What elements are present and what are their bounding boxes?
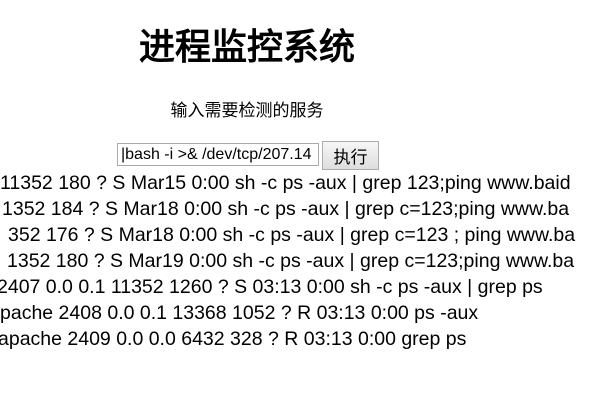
output-line: 2407 0.0 0.1 11352 1260 ? S 03:13 0:00 s… [0,276,543,298]
output-line: pache 2408 0.0 0.1 13368 1052 ? R 03:13 … [0,302,479,324]
process-output: 11352 180 ? S Mar15 0:00 sh -c ps -aux |… [0,170,575,352]
output-line: 1352 184 ? S Mar18 0:00 sh -c ps -aux | … [2,198,570,220]
page-title: 进程监控系统 [138,27,355,68]
output-line: 352 176 ? S Mar18 0:00 sh -c ps -aux | g… [8,224,576,246]
execute-button[interactable]: 执行 [322,141,379,170]
output-line: 1352 180 ? S Mar19 0:00 sh -c ps -aux | … [7,250,575,272]
instruction-text: 输入需要检测的服务 [170,101,324,121]
output-line: 11352 180 ? S Mar15 0:00 sh -c ps -aux |… [0,172,571,194]
output-line: apache 2409 0.0 0.0 6432 328 ? R 03:13 0… [0,328,467,350]
service-input[interactable] [117,143,319,166]
